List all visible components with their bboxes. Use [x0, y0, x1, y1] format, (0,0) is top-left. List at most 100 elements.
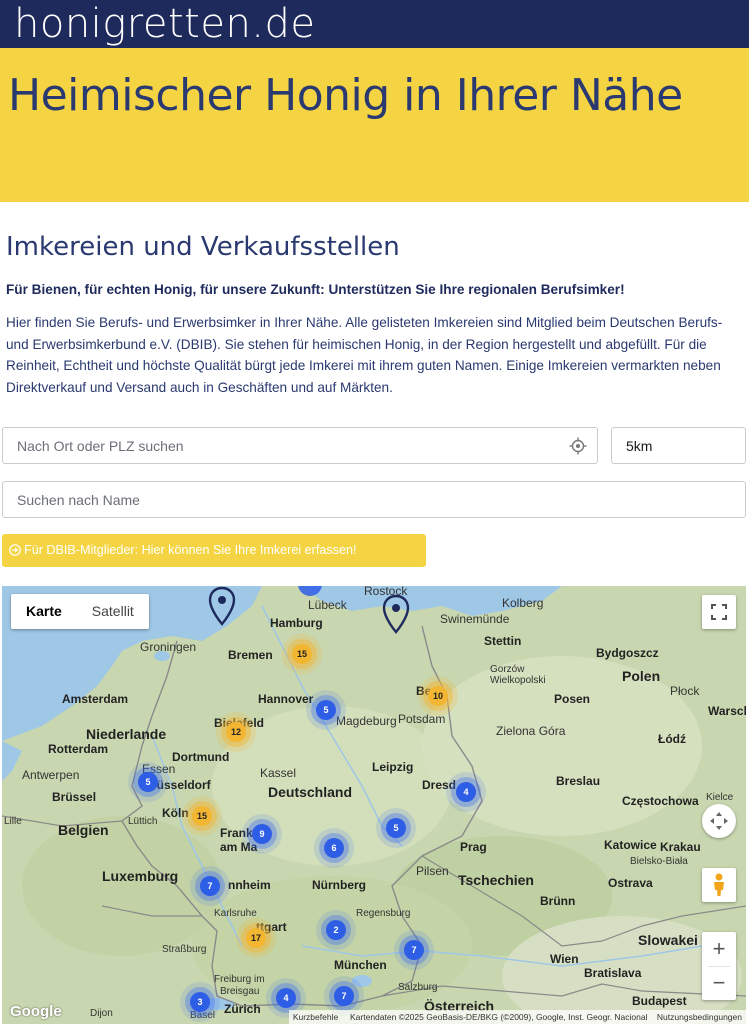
place-label: Straßburg [162, 944, 207, 955]
place-label: Deutschland [268, 784, 353, 800]
place-label: Regensburg [356, 908, 411, 919]
zoom-control: + − [702, 932, 736, 1000]
place-label: Krakau [660, 840, 701, 854]
map-view[interactable]: Rostock Lübeck Kolberg Swinemünde Hambur… [2, 586, 746, 1024]
location-search-input[interactable]: Nach Ort oder PLZ suchen [2, 427, 598, 464]
place-label: Dresd [422, 778, 457, 792]
place-label: Kielce [706, 792, 734, 803]
marker-cluster[interactable]: 10 [428, 686, 448, 706]
zoom-in-button[interactable]: + [702, 932, 736, 966]
place-label: Bydgoszcz [596, 646, 659, 660]
place-label: Częstochowa [622, 794, 699, 808]
place-label: Dijon [90, 1008, 113, 1019]
marker-cluster[interactable]: 12 [226, 722, 246, 742]
place-label: Potsdam [398, 712, 446, 726]
marker-cluster[interactable]: 15 [292, 644, 312, 664]
locate-me-icon[interactable] [569, 437, 587, 455]
marker-cluster[interactable]: 4 [456, 782, 476, 802]
radius-select[interactable]: 5km [611, 427, 746, 464]
radius-value: 5km [626, 438, 653, 454]
place-label: Bielsko-Biała [630, 856, 688, 867]
place-label: Köln [162, 806, 189, 820]
marker-cluster[interactable]: 5 [316, 700, 336, 720]
place-label: Hamburg [270, 616, 323, 630]
place-label: Frank [220, 826, 253, 840]
map-pin-icon[interactable] [208, 586, 236, 628]
map-type-satellit[interactable]: Satellit [77, 594, 149, 629]
intro-paragraph: Hier finden Sie Berufs- und Erwerbsimker… [6, 315, 723, 395]
place-label: Ostrava [608, 876, 653, 890]
register-apiary-button[interactable]: Für DBIB-Mitglieder: Hier können Sie Ihr… [2, 534, 426, 567]
place-label: Antwerpen [22, 768, 80, 782]
place-label: Kolberg [502, 596, 544, 610]
site-logo[interactable]: honigretten.de [14, 2, 316, 46]
place-label: Kassel [260, 766, 297, 780]
place-label: Breisgau [220, 986, 260, 997]
place-label: Wien [550, 952, 579, 966]
place-label: Pilsen [416, 864, 449, 878]
place-label: Swinemünde [440, 612, 510, 626]
marker-cluster[interactable]: 7 [200, 876, 220, 896]
marker-cluster[interactable]: 5 [386, 818, 406, 838]
top-bar: honigretten.de [0, 0, 749, 48]
place-label: Budapest [632, 994, 687, 1008]
place-label: Luxemburg [102, 868, 179, 884]
place-label: Leipzig [372, 760, 414, 774]
marker-cluster[interactable]: 6 [324, 838, 344, 858]
hero-title: Heimischer Honig in Ihrer Nähe [8, 70, 683, 121]
register-apiary-label: Für DBIB-Mitglieder: Hier können Sie Ihr… [24, 543, 357, 557]
place-label: Zielona Góra [496, 724, 566, 738]
marker-cluster[interactable]: 2 [326, 920, 346, 940]
place-label: Rostock [364, 586, 408, 598]
place-label: Dortmund [172, 750, 230, 764]
place-label: Prag [460, 840, 487, 854]
marker-cluster[interactable]: 15 [192, 806, 212, 826]
place-label: Freiburg im [214, 974, 265, 985]
marker-cluster[interactable]: 17 [246, 928, 266, 948]
pegman-icon [714, 873, 724, 896]
place-label: Brüssel [52, 790, 97, 804]
marker-cluster[interactable]: 7 [334, 986, 354, 1006]
pan-arrows-icon [710, 812, 728, 830]
place-label: Groningen [140, 640, 197, 654]
hero-banner: Heimischer Honig in Ihrer Nähe [0, 48, 749, 202]
place-label: Salzburg [398, 982, 438, 993]
place-label: Hannover [258, 692, 314, 706]
place-label: Nürnberg [312, 878, 366, 892]
place-label: Zürich [224, 1002, 261, 1016]
name-search-input[interactable]: Suchen nach Name [2, 481, 746, 518]
place-label: Amsterdam [62, 692, 129, 706]
place-label: München [334, 958, 387, 972]
marker-cluster[interactable]: 4 [276, 988, 296, 1008]
fullscreen-button[interactable] [702, 595, 736, 629]
camera-control-button[interactable] [702, 804, 736, 838]
place-label: Brünn [540, 894, 576, 908]
place-label: Polen [622, 668, 661, 684]
street-view-button[interactable] [702, 868, 736, 902]
name-search-placeholder: Suchen nach Name [17, 492, 140, 508]
marker-cluster[interactable]: 7 [404, 940, 424, 960]
lead-text: Für Bienen, für echten Honig, für unsere… [6, 282, 625, 297]
map-type-karte[interactable]: Karte [11, 594, 77, 629]
keyboard-shortcuts-link[interactable]: Kurzbefehle [293, 1012, 338, 1022]
marker-cluster[interactable]: 3 [190, 992, 210, 1012]
zoom-out-button[interactable]: − [702, 966, 736, 1000]
place-label: Karlsruhe [214, 908, 257, 919]
location-search-placeholder: Nach Ort oder PLZ suchen [17, 438, 184, 454]
section-title: Imkereien und Verkaufsstellen [6, 232, 400, 262]
place-label: Katowice [604, 838, 657, 852]
place-label: Rotterdam [48, 742, 109, 756]
place-label: Breslau [556, 774, 601, 788]
google-logo[interactable]: Google [10, 1003, 62, 1020]
place-label: Magdeburg [336, 714, 397, 728]
place-label: Lübeck [308, 598, 347, 612]
place-label: Lille [4, 816, 22, 827]
place-label: Posen [554, 692, 591, 706]
place-label: Gorzów Wielkopolski [490, 664, 546, 686]
marker-cluster[interactable]: 9 [252, 824, 272, 844]
arrow-circle-right-icon [9, 544, 21, 556]
terms-link[interactable]: Nutzungsbedingungen [657, 1012, 742, 1022]
marker-cluster[interactable]: 5 [138, 772, 158, 792]
place-label: Tschechien [458, 872, 534, 888]
map-pin-icon[interactable] [382, 594, 410, 636]
